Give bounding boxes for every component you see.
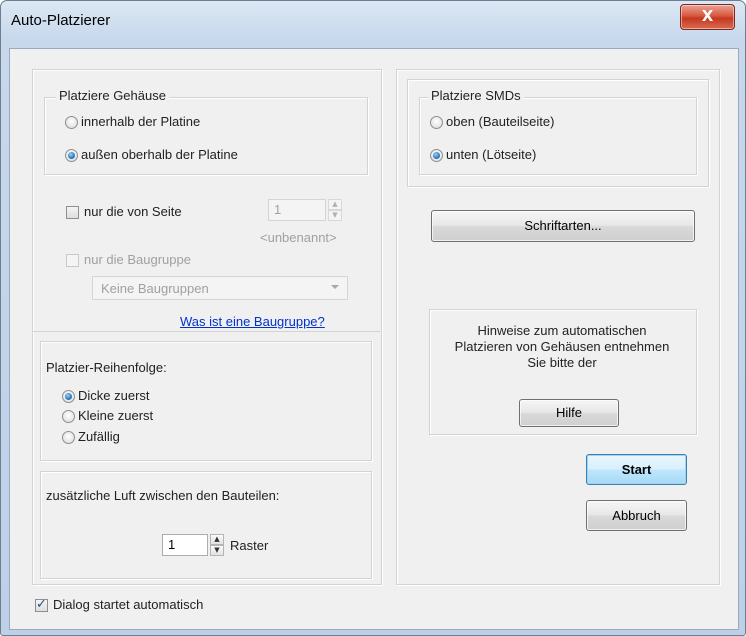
spin-up-icon[interactable]: ▲ bbox=[328, 199, 342, 210]
order-option-thick-first-label: Dicke zuerst bbox=[78, 388, 150, 403]
side-hint: <unbenannt> bbox=[260, 230, 337, 245]
help-button[interactable]: Hilfe bbox=[519, 399, 619, 427]
smd-option-top-label: oben (Bauteilseite) bbox=[446, 114, 555, 129]
assembly-filter-label: nur die Baugruppe bbox=[84, 252, 191, 267]
spin-down-icon[interactable]: ▼ bbox=[328, 210, 342, 221]
radio-small-first[interactable] bbox=[62, 410, 75, 423]
divider bbox=[32, 331, 380, 332]
window-title: Auto-Platzierer bbox=[11, 12, 111, 29]
radio-smd-top[interactable] bbox=[430, 116, 443, 129]
chevron-down-icon bbox=[331, 285, 339, 289]
radio-smd-bottom[interactable] bbox=[430, 149, 443, 162]
title-bar[interactable]: Auto-Platzierer X bbox=[1, 1, 745, 49]
dialog-window: Auto-Platzierer X Platziere Gehäuse inne… bbox=[0, 0, 746, 636]
spin-down-icon[interactable]: ▼ bbox=[210, 545, 224, 556]
radio-thick-first[interactable] bbox=[62, 390, 75, 403]
order-option-small-first-label: Kleine zuerst bbox=[78, 408, 154, 423]
start-button[interactable]: Start bbox=[586, 454, 687, 485]
side-spinner[interactable]: ▲ ▼ bbox=[328, 199, 342, 221]
close-button[interactable]: X bbox=[680, 4, 735, 30]
smd-group-label: Platziere SMDs bbox=[428, 88, 524, 103]
placement-option-inside-label: innerhalb der Platine bbox=[81, 114, 201, 129]
fonts-button[interactable]: Schriftarten... bbox=[431, 210, 695, 242]
cancel-button[interactable]: Abbruch bbox=[586, 500, 687, 531]
assembly-select[interactable]: Keine Baugruppen bbox=[92, 276, 348, 300]
radio-inside[interactable] bbox=[65, 116, 78, 129]
placement-option-outside-label: außen oberhalb der Platine bbox=[81, 147, 238, 162]
radio-outside[interactable] bbox=[65, 149, 78, 162]
assembly-select-value: Keine Baugruppen bbox=[101, 281, 209, 296]
dialog-client-area: Platziere Gehäuse innerhalb der Platine … bbox=[9, 48, 739, 630]
info-text: Hinweise zum automatischen Platzieren vo… bbox=[429, 323, 695, 371]
order-option-random-label: Zufällig bbox=[78, 429, 120, 444]
assembly-help-link[interactable]: Was ist eine Baugruppe? bbox=[180, 314, 325, 329]
side-value-input[interactable]: 1 bbox=[268, 199, 326, 221]
smd-option-bottom-label: unten (Lötseite) bbox=[446, 147, 537, 162]
close-icon: X bbox=[701, 7, 714, 25]
smd-group bbox=[419, 97, 697, 175]
info-text-line-2: Platzieren von Gehäusen entnehmen bbox=[454, 339, 670, 354]
info-text-line-3: Sie bitte der bbox=[527, 355, 597, 370]
radio-random[interactable] bbox=[62, 431, 75, 444]
autostart-checkbox[interactable] bbox=[35, 597, 48, 612]
spacing-unit: Raster bbox=[230, 538, 269, 553]
spacing-value-input[interactable]: 1 bbox=[162, 534, 208, 556]
order-group-label: Platzier-Reihenfolge: bbox=[46, 360, 167, 375]
autostart-label: Dialog startet automatisch bbox=[53, 597, 204, 612]
placement-group bbox=[44, 97, 368, 175]
placement-group-label: Platziere Gehäuse bbox=[56, 88, 169, 103]
spacing-label: zusätzliche Luft zwischen den Bauteilen: bbox=[46, 488, 280, 503]
info-text-line-1: Hinweise zum automatischen bbox=[477, 323, 647, 338]
assembly-filter-checkbox[interactable] bbox=[66, 254, 79, 267]
spacing-spinner[interactable]: ▲ ▼ bbox=[210, 534, 224, 556]
side-filter-checkbox[interactable] bbox=[66, 206, 79, 219]
spin-up-icon[interactable]: ▲ bbox=[210, 534, 224, 545]
side-filter-label: nur die von Seite bbox=[84, 204, 182, 219]
